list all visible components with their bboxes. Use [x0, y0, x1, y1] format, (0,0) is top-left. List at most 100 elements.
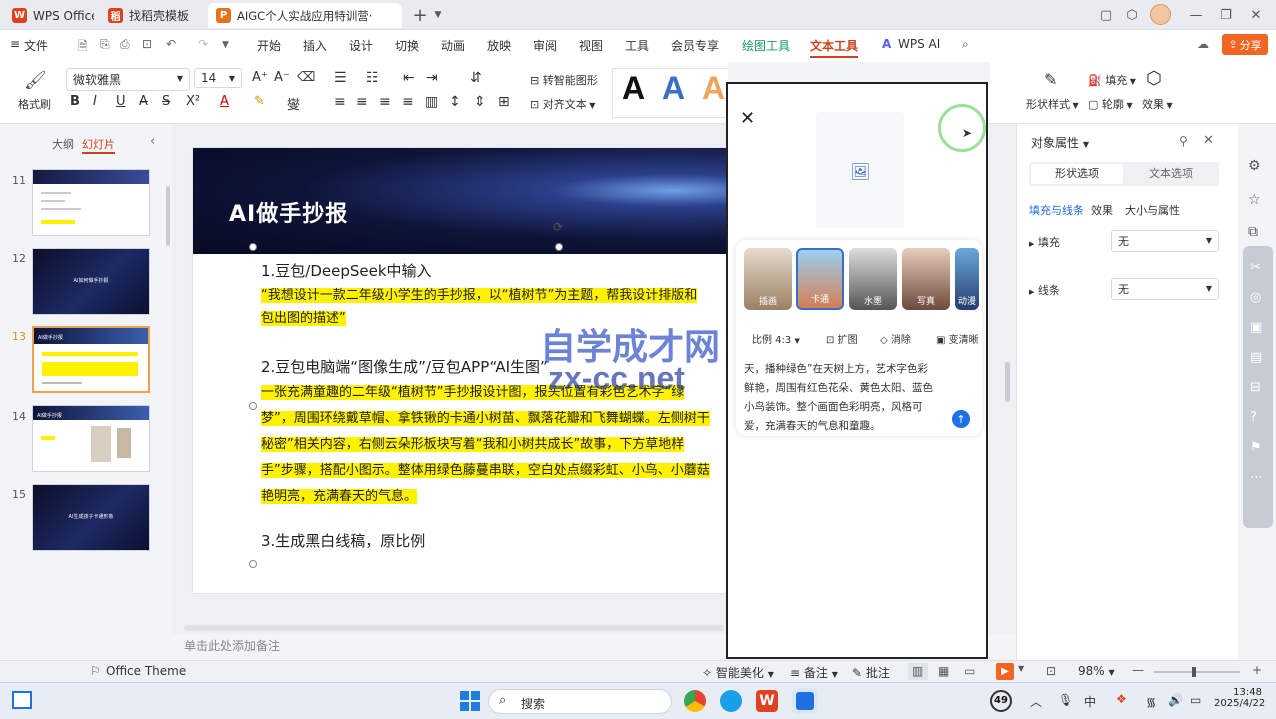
tab-template[interactable]: 稻 找稻壳模板 — [100, 3, 200, 28]
menu-insert[interactable]: 插入 — [303, 37, 327, 54]
taskbar-search[interactable]: ⌕ 搜索 — [488, 689, 672, 714]
tool-icon[interactable]: ▤ — [1250, 350, 1262, 365]
effect-icon[interactable]: ⬡ — [1146, 68, 1162, 89]
shape-style-icon[interactable]: ✎ — [1044, 70, 1057, 89]
outdent-icon[interactable]: ⇤ — [403, 70, 415, 86]
fill-select[interactable]: 无 ▼ — [1111, 230, 1219, 252]
columns-icon[interactable]: ▥ — [425, 94, 438, 110]
new-tab-plus-icon[interactable]: + — [410, 5, 430, 26]
shape-style-button[interactable]: 形状样式 ▼ — [1026, 96, 1079, 112]
tray-chevron-icon[interactable]: ︿ — [1030, 693, 1042, 710]
slide-title[interactable]: AI做手抄报 — [229, 196, 348, 228]
text-box-icon[interactable]: ⊞ — [498, 94, 510, 110]
italic-icon[interactable]: I — [93, 94, 97, 109]
undo-icon[interactable]: ↶ — [166, 37, 176, 51]
wifi-icon[interactable]: ᯾ — [1146, 693, 1156, 710]
indent-icon[interactable]: ⇥ — [426, 70, 438, 86]
zoom-level[interactable]: 98% ▼ — [1078, 664, 1115, 678]
strikethrough-icon[interactable]: A̶ — [139, 94, 148, 109]
menu-design[interactable]: 设计 — [349, 37, 373, 54]
prompt-2-line[interactable]: 梦”，周围环绕戴草帽、拿铁锹的卡通小树苗、飘落花瓣和飞舞蝴蝶。左侧树干 — [261, 411, 710, 426]
tab-wps-office[interactable]: W WPS Office — [4, 3, 94, 28]
menu-icon[interactable]: ≡ — [10, 37, 20, 51]
sorter-view-icon[interactable]: ▦ — [938, 664, 949, 678]
pin-icon[interactable]: ⚲ — [1179, 134, 1188, 148]
slide-thumbnail-13[interactable]: AI做手抄报 — [32, 326, 150, 393]
quick-access-chevron-icon[interactable]: ▼ — [222, 40, 229, 50]
slide-thumbnail-12[interactable]: AI如何做手抄报 — [32, 248, 150, 315]
decrease-font-icon[interactable]: A⁻ — [274, 70, 290, 85]
menu-wps-ai[interactable]: WPS AI — [898, 37, 940, 51]
step-2-heading[interactable]: 2.豆包电脑端“图像生成”/豆包APP“AI生图” — [261, 354, 548, 380]
tool-icon[interactable]: ✂ — [1250, 260, 1261, 275]
window-layout-icon[interactable]: ▢ — [1096, 5, 1116, 25]
menu-member[interactable]: 会员专享 — [671, 37, 719, 54]
text-style-orange[interactable]: A — [702, 70, 725, 107]
zoom-out-icon[interactable]: — — [1132, 663, 1144, 677]
char-spacing-icon[interactable]: 燮 — [287, 94, 300, 113]
smart-shape-button[interactable]: ⊟ 转智能图形 — [530, 72, 598, 88]
menu-slideshow[interactable]: 放映 — [487, 37, 511, 54]
step-3-heading[interactable]: 3.生成黑白线稿，原比例 — [261, 528, 425, 554]
font-size-select[interactable]: 14 ▼ — [194, 68, 242, 88]
style-option-cartoon[interactable]: 卡通 — [796, 248, 844, 310]
tool-icon[interactable]: ⚑ — [1250, 440, 1262, 455]
rotate-handle-icon[interactable]: ⟳ — [553, 220, 563, 234]
align-left-icon[interactable]: ≡ — [334, 94, 346, 110]
line-spacing-icon[interactable]: ↕ — [449, 94, 461, 110]
line-section[interactable]: ▶ 线条 — [1029, 282, 1060, 298]
tab-text-options[interactable]: 文本选项 — [1125, 164, 1217, 184]
tab-presentation[interactable]: P AIGC个人实战应用特训营· — [208, 3, 402, 28]
step-1-heading[interactable]: 1.豆包/DeepSeek中输入 — [261, 258, 432, 284]
resize-handle[interactable] — [555, 243, 563, 251]
tab-slides[interactable]: 幻灯片 — [82, 136, 115, 154]
photos-app-icon[interactable] — [796, 692, 814, 710]
ime-icon[interactable]: 中 — [1084, 693, 1096, 710]
chrome-icon[interactable] — [684, 690, 706, 712]
clear-format-icon[interactable]: ⌫ — [297, 70, 315, 85]
prompt-2-line[interactable]: 手”步骤，搭配小图示。整体用绿色藤蔓串联，空白处点缀彩虹、小鸟、小蘑菇 — [261, 463, 710, 478]
erase-button[interactable]: ◇ 消除 — [880, 331, 911, 346]
tab-shape-options[interactable]: 形状选项 — [1031, 164, 1123, 184]
strike-s-icon[interactable]: S̶ — [162, 94, 170, 109]
menu-home[interactable]: 开始 — [257, 37, 281, 54]
vertical-scrollbar[interactable] — [1005, 362, 1010, 402]
paragraph-spacing-icon[interactable]: ⇕ — [474, 94, 486, 110]
windows-start-icon[interactable] — [460, 691, 480, 711]
wps-taskbar-icon[interactable]: W — [756, 690, 778, 712]
close-panel-icon[interactable]: ✕ — [1203, 133, 1214, 148]
volume-icon[interactable]: 🔊 — [1168, 693, 1183, 707]
prompt-text-area[interactable]: 天，播种绿色”在天树上方，艺术字色彩 鲜艳，周围有红色花朵、黄色太阳、蓝色 小鸟… — [744, 360, 944, 436]
properties-icon[interactable]: ⚙ — [1248, 158, 1261, 174]
font-name-select[interactable]: 微软雅黑 ▼ — [66, 68, 190, 91]
menu-transition[interactable]: 切换 — [395, 37, 419, 54]
numbered-list-icon[interactable]: ☷ — [366, 70, 379, 86]
resize-handle[interactable] — [249, 243, 257, 251]
slide-thumbnail-15[interactable]: AI生成孩子卡通形象 — [32, 484, 150, 551]
cube-icon[interactable]: ⬡ — [1122, 5, 1142, 25]
send-button[interactable]: ↑ — [952, 410, 970, 428]
reading-view-icon[interactable]: ▭ — [964, 664, 975, 678]
fill-button[interactable]: ⛽ 填充 ▼ — [1088, 72, 1136, 88]
justify-icon[interactable]: ≡ — [402, 94, 414, 110]
fit-window-icon[interactable]: ⊡ — [1046, 664, 1056, 678]
layers-icon[interactable]: ⧉ — [1248, 224, 1258, 240]
format-painter-icon[interactable]: 🖌 — [24, 70, 47, 91]
redo-icon[interactable]: ↷ — [198, 37, 208, 51]
style-option-illustration[interactable]: 插画 — [744, 248, 792, 310]
outline-button[interactable]: ▢ 轮廓 ▼ — [1088, 96, 1133, 112]
slide-thumbnail-14[interactable]: AI做手抄报 — [32, 405, 150, 472]
prompt-2-line[interactable]: 艳明亮，充满春天的气息。 — [261, 489, 418, 504]
microphone-icon[interactable]: 🎙 — [1058, 693, 1073, 707]
resize-handle[interactable] — [249, 560, 257, 568]
tool-icon[interactable]: ? — [1250, 410, 1257, 425]
share-button[interactable]: ⇪ 分享 — [1222, 34, 1268, 55]
restore-icon[interactable]: ❐ — [1216, 5, 1236, 25]
tool-icon[interactable]: ◎ — [1250, 290, 1261, 305]
user-avatar[interactable] — [1150, 4, 1171, 25]
subtab-fill-line[interactable]: 填充与线条 — [1029, 202, 1084, 218]
align-right-icon[interactable]: ≡ — [379, 94, 391, 110]
expand-image-button[interactable]: ⊡ 扩图 — [826, 331, 858, 346]
collapse-panel-icon[interactable]: ‹ — [150, 134, 155, 149]
prompt-1-line[interactable]: 包出图的描述” — [261, 311, 346, 326]
